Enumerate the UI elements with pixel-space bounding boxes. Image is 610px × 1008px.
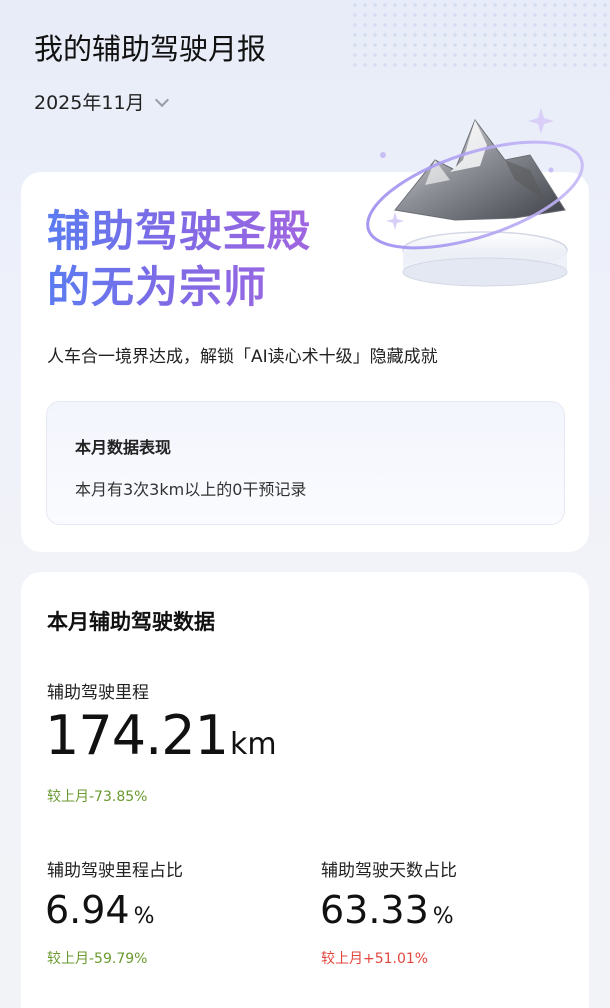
mileage-ratio-label: 辅助驾驶里程占比 bbox=[47, 861, 183, 881]
mileage-label: 辅助驾驶里程 bbox=[47, 683, 149, 703]
days-ratio-unit: % bbox=[432, 904, 454, 929]
mileage-ratio-unit: % bbox=[133, 904, 155, 929]
achievement-title-line2: 的无为宗师 bbox=[47, 263, 267, 313]
mileage-unit: km bbox=[229, 727, 277, 762]
month-selector[interactable]: 2025年11月 bbox=[34, 88, 169, 115]
stats-section-title: 本月辅助驾驶数据 bbox=[47, 610, 215, 634]
background-dots bbox=[350, 0, 610, 70]
page-title: 我的辅助驾驶月报 bbox=[34, 32, 267, 66]
days-ratio-label: 辅助驾驶天数占比 bbox=[321, 861, 457, 881]
achievement-title: 辅助驾驶圣殿 的无为宗师 bbox=[47, 204, 311, 316]
days-ratio-number: 63.33 bbox=[320, 888, 429, 932]
stats-card: 本月辅助驾驶数据 辅助驾驶里程 174.21km 较上月-73.85% 辅助驾驶… bbox=[21, 572, 589, 1008]
performance-title: 本月数据表现 bbox=[75, 438, 172, 457]
month-label: 2025年11月 bbox=[34, 92, 145, 114]
performance-text: 本月有3次3km以上的0干预记录 bbox=[75, 480, 307, 499]
mountain-illustration bbox=[366, 108, 584, 287]
mileage-ratio-number: 6.94 bbox=[45, 888, 130, 932]
mileage-ratio-value: 6.94% bbox=[45, 888, 155, 932]
mileage-number: 174.21 bbox=[45, 704, 229, 767]
chevron-down-icon bbox=[154, 92, 169, 107]
days-ratio-value: 63.33% bbox=[320, 888, 454, 932]
mileage-delta: 较上月-73.85% bbox=[47, 789, 148, 805]
mileage-value: 174.21km bbox=[45, 704, 277, 767]
performance-box: 本月数据表现 本月有3次3km以上的0干预记录 bbox=[46, 401, 565, 525]
mileage-ratio-delta: 较上月-59.79% bbox=[47, 951, 148, 967]
days-ratio-delta: 较上月+51.01% bbox=[321, 951, 429, 967]
achievement-subtitle: 人车合一境界达成，解锁「AI读心术十级」隐藏成就 bbox=[47, 347, 438, 367]
achievement-title-line1: 辅助驾驶圣殿 bbox=[47, 207, 311, 257]
